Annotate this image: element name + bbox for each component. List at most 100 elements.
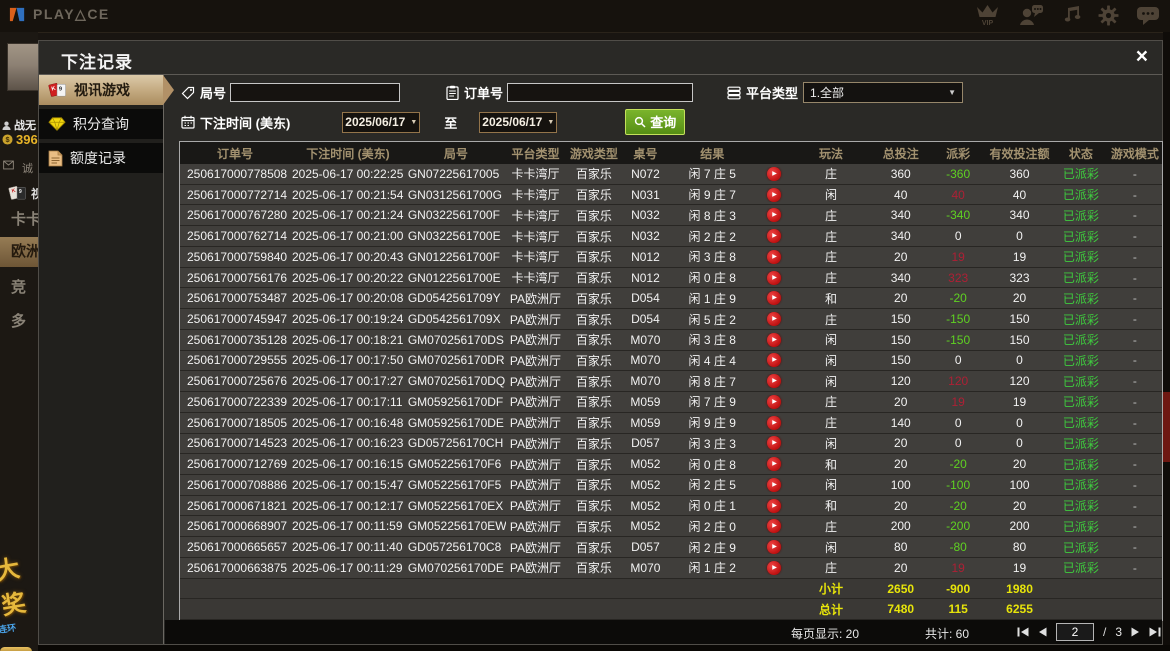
cell-bet-time: 2025-06-17 00:11:29 [291,560,403,575]
sidebar-item-points-query[interactable]: 积分查询 [39,109,163,139]
chat-icon[interactable] [1136,5,1160,26]
cell-play-method: 闲 [825,353,838,368]
last-page-icon[interactable] [1149,627,1161,637]
replay-play-icon[interactable]: ▶ [767,560,782,575]
cell-game-no: GM070256170DS [407,332,504,347]
cell-result: 闲 7 庄 5 [688,167,736,182]
cell-payout: 19 [951,560,965,575]
replay-play-icon[interactable]: ▶ [767,249,782,264]
game-no-input[interactable] [230,83,401,102]
cell-payout: -200 [946,519,971,534]
prev-page-icon[interactable] [1038,627,1047,637]
cell-play-method: 闲 [825,374,838,389]
cell-summary-label: 小计 [819,582,844,597]
grand-total-row: 总计 7480 115 6255 [180,599,1162,621]
cell-status: 已派彩 [1062,291,1099,306]
background-nav-item[interactable]: 多 [0,310,38,331]
sidebar-item-quota-records[interactable]: 额度记录 [39,143,163,173]
cell-bet-time: 2025-06-17 00:12:17 [291,498,404,513]
background-nav-item[interactable]: 竞 [0,276,38,297]
background-nav-item-selected[interactable]: 欧洲 [0,237,38,267]
replay-play-icon[interactable]: ▶ [767,291,782,306]
cell-game-no: GD057256170CH [407,436,504,451]
next-page-icon[interactable] [1131,627,1140,637]
replay-play-icon[interactable]: ▶ [767,332,782,347]
sidebar-item-label: 积分查询 [73,116,129,132]
cell-game-no: GM070256170DE [407,560,504,575]
first-page-icon[interactable] [1017,627,1029,637]
replay-play-icon[interactable]: ▶ [767,166,782,181]
cell-table-no: M052 [630,457,661,472]
cell-result: 闲 5 庄 2 [688,312,736,327]
replay-play-icon[interactable]: ▶ [767,477,782,492]
replay-play-icon[interactable]: ▶ [767,498,782,513]
cell-order-no: 250617000722339 [187,394,288,409]
bet-records-modal: 下注记录 × K 9 视讯游戏 积分查询 额度记录 局号 订单号 平台类型 1.… [38,40,1163,645]
cell-table-no: N072 [631,166,660,181]
cell-order-no: 250617000759840 [187,249,288,264]
sidebar-item-label: 视讯游戏 [74,82,130,98]
platform-type-select[interactable]: 1.全部 ▼ [803,82,964,103]
cell-valid-bet: 19 [1012,249,1027,264]
cell-table-no: M052 [630,477,661,492]
cell-game-mode: - [1132,229,1137,244]
cell-platform: PA欧洲厅 [509,312,562,327]
cell-replay: ▶ [756,229,791,244]
cell-game-type: 百家乐 [575,436,612,451]
cell-play-method: 庄 [825,561,838,576]
cell-total-bet: 20 [894,457,908,472]
vip-icon[interactable]: VIP [974,3,1001,27]
cell-valid-bet: 20 [1012,498,1027,513]
cell-total-bet: 20 [894,291,908,306]
search-button[interactable]: 查询 [625,109,686,135]
column-header: 玩法 [819,146,844,161]
cell-replay: ▶ [756,166,791,181]
replay-play-icon[interactable]: ▶ [767,208,782,223]
page-number-input[interactable] [1056,623,1094,641]
mail-icon[interactable] [3,160,14,170]
replay-play-icon[interactable]: ▶ [767,519,782,534]
cell-payout: 19 [951,249,965,264]
modal-title: 下注记录 [61,53,133,72]
date-from-picker[interactable]: 2025/06/17 ▼ [342,111,421,133]
cell-result: 闲 3 庄 3 [688,436,736,451]
user-avatar[interactable] [7,43,38,91]
music-icon[interactable] [1061,5,1081,25]
cell-game-type: 百家乐 [575,353,612,368]
cell-replay: ▶ [756,560,791,575]
replay-play-icon[interactable]: ▶ [767,270,782,285]
cell-game-type: 百家乐 [575,499,612,514]
order-no-input[interactable] [507,83,694,102]
cell-table-no: M052 [630,519,661,534]
modal-content: 局号 订单号 平台类型 1.全部 ▼ 下注时间 (美东) 2025/06/17 … [165,75,1163,644]
replay-play-icon[interactable]: ▶ [767,229,782,244]
replay-play-icon[interactable]: ▶ [767,374,782,389]
replay-play-icon[interactable]: ▶ [767,540,782,555]
replay-play-icon[interactable]: ▶ [767,312,782,326]
replay-play-icon[interactable]: ▶ [767,187,782,202]
cell-result: 闲 2 庄 9 [688,540,736,555]
cell-game-mode: - [1132,291,1137,306]
cell-bet-time: 2025-06-17 00:11:59 [291,519,403,534]
cell-result: 闲 8 庄 7 [688,374,736,389]
cell-order-no: 250617000756176 [187,270,288,285]
cell-status: 已派彩 [1062,333,1099,348]
replay-play-icon[interactable]: ▶ [767,436,782,451]
replay-play-icon[interactable]: ▶ [767,457,782,472]
cell-table-no: M070 [630,353,661,368]
background-nav-item[interactable]: 卡卡 [0,208,38,229]
date-to-picker[interactable]: 2025/06/17 ▼ [479,111,558,133]
cell-game-mode: - [1132,477,1137,492]
replay-play-icon[interactable]: ▶ [767,394,782,409]
cell-order-no: 250617000725676 [187,374,288,389]
promo-banner[interactable]: 大奖 连环 [0,548,38,651]
cell-play-method: 闲 [825,436,838,451]
close-icon[interactable]: × [1136,45,1148,69]
replay-play-icon[interactable]: ▶ [767,353,782,368]
playace-logo: PLAY△CE [8,5,110,24]
replay-play-icon[interactable]: ▶ [767,415,782,430]
settings-icon[interactable] [1098,5,1119,26]
cell-total-bet: 340 [890,270,911,285]
sidebar-item-video-games[interactable]: K 9 视讯游戏 [39,75,174,105]
support-icon[interactable] [1018,4,1044,26]
